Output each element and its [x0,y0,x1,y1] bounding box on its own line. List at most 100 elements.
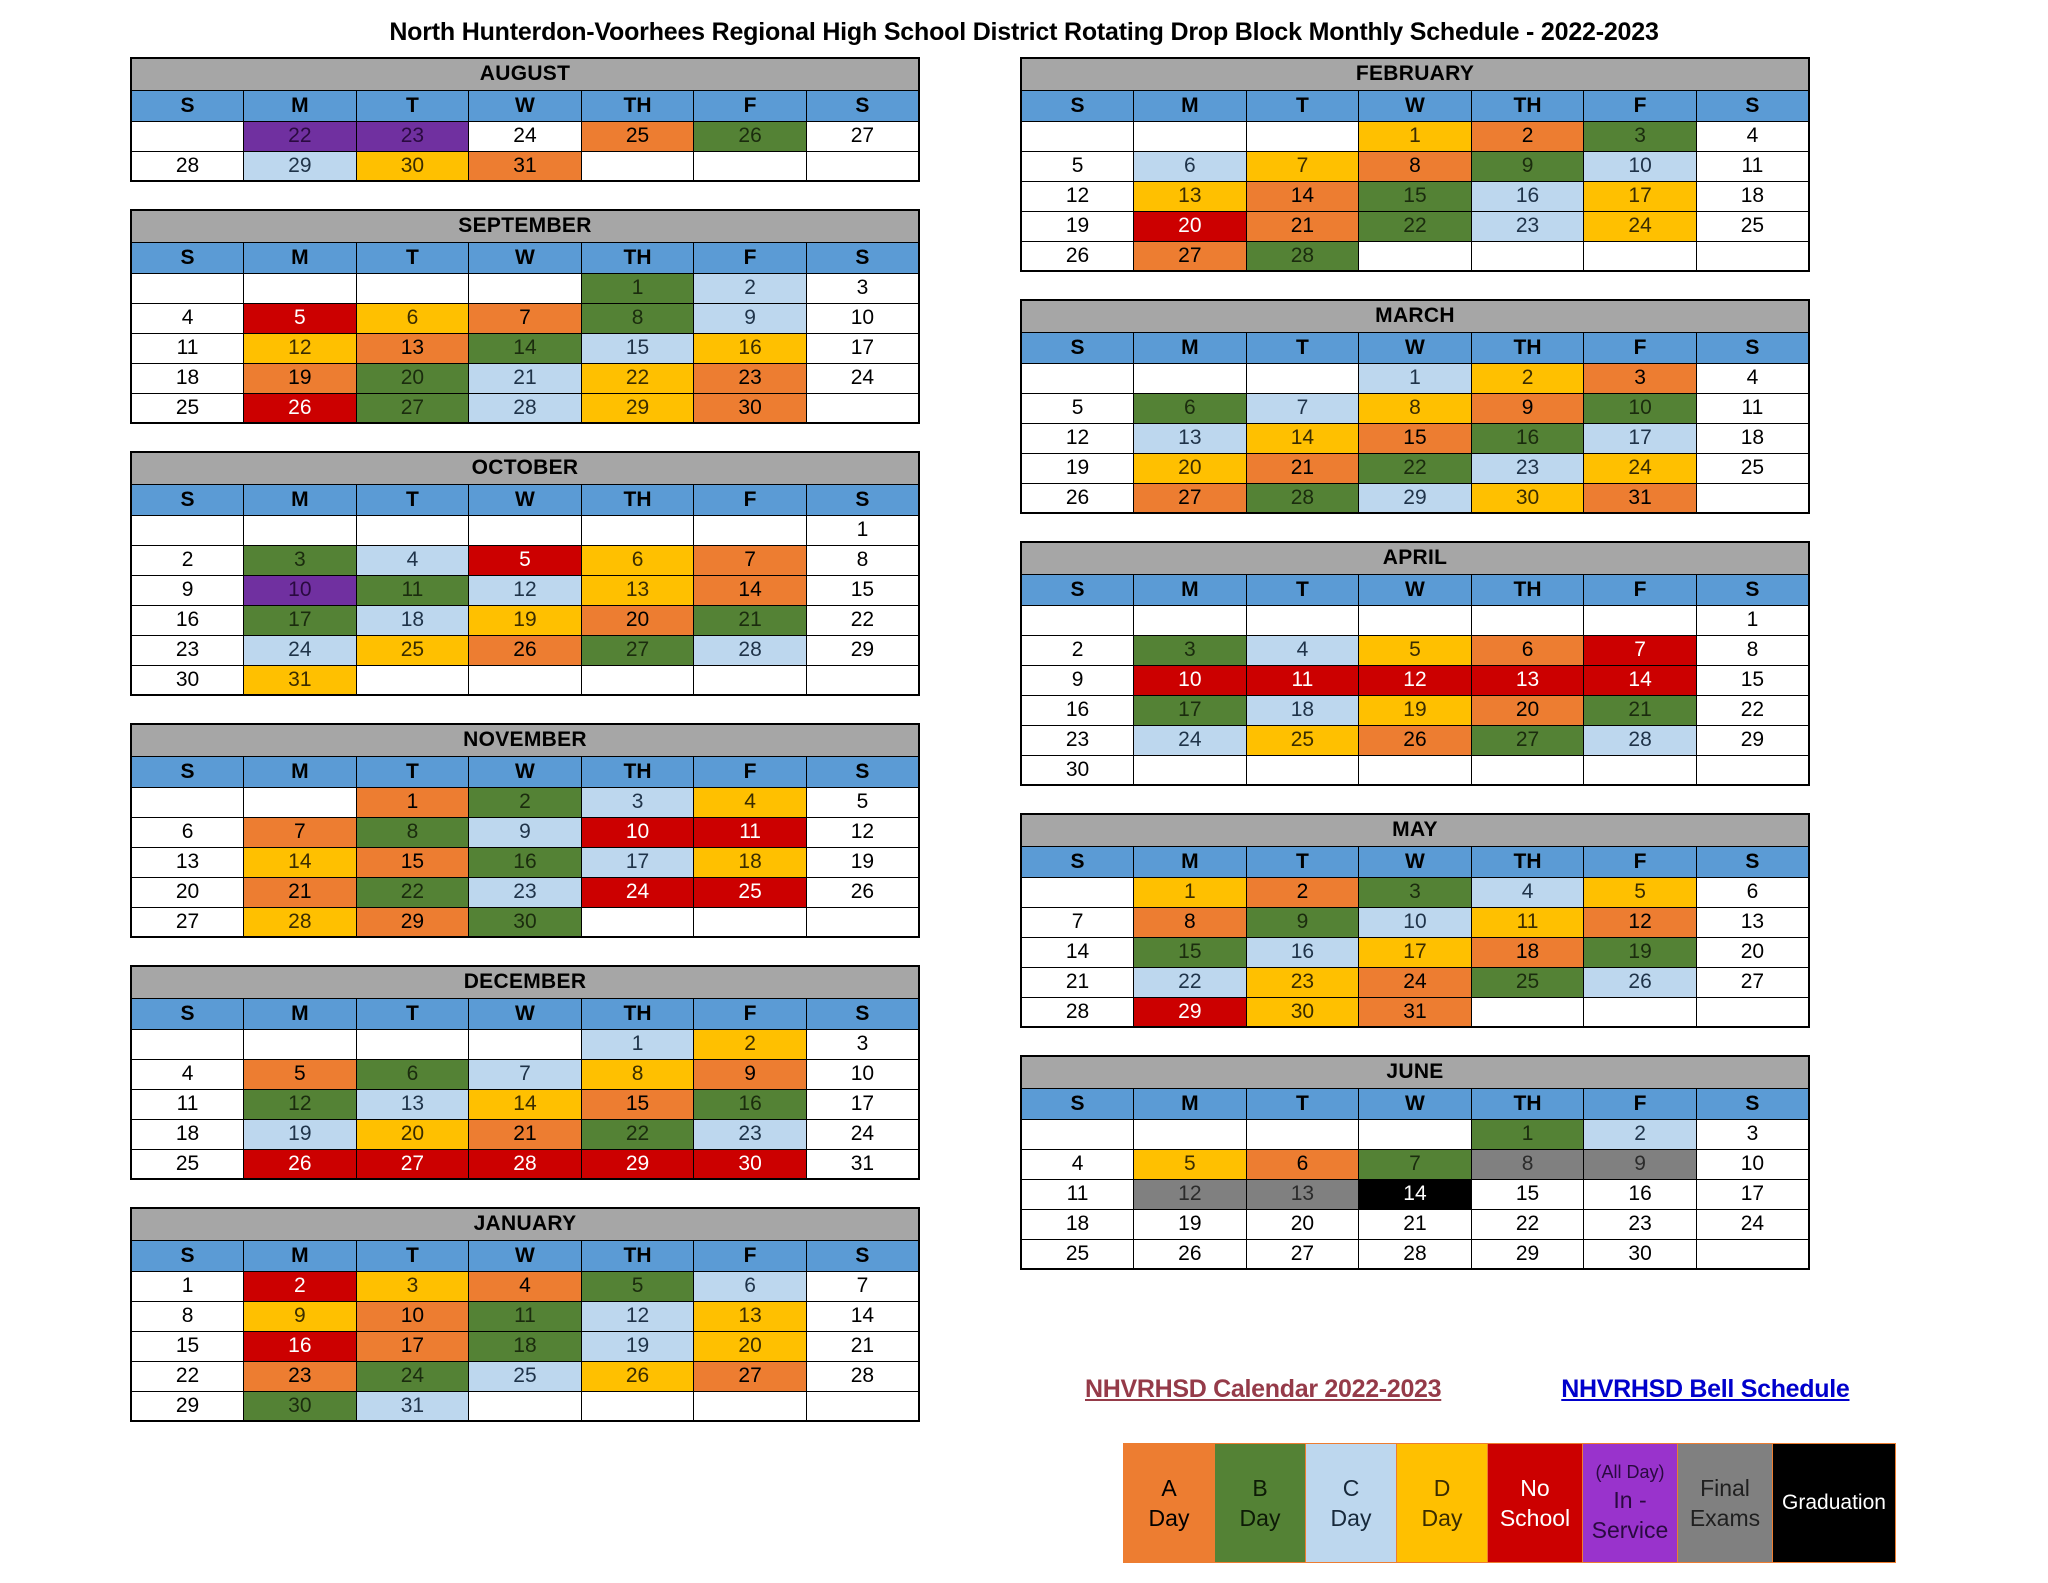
day-cell[interactable]: 5 [1583,876,1697,908]
day-cell[interactable]: 31 [468,150,582,182]
day-cell[interactable]: 1 [1358,120,1472,152]
day-cell[interactable]: 24 [243,634,357,666]
day-cell[interactable]: 12 [1583,906,1697,938]
day-cell[interactable]: 30 [693,1148,807,1180]
day-cell[interactable]: 13 [355,332,470,364]
day-cell[interactable]: 28 [1245,482,1360,514]
day-cell[interactable]: 27 [130,906,245,938]
day-cell[interactable]: 25 [1245,724,1360,756]
day-cell[interactable]: 4 [1020,1148,1135,1180]
day-cell[interactable]: 25 [693,876,807,908]
day-cell[interactable]: 10 [1358,906,1472,938]
day-cell[interactable]: 4 [693,786,807,818]
day-cell[interactable]: 5 [1358,634,1472,666]
day-cell[interactable]: 29 [355,906,470,938]
day-cell[interactable]: 18 [355,604,470,636]
day-cell[interactable]: 20 [1133,452,1247,484]
day-cell[interactable]: 3 [1695,1118,1810,1150]
day-cell[interactable]: 27 [1133,482,1247,514]
day-cell[interactable]: 19 [1020,210,1135,242]
day-cell[interactable]: 10 [1133,664,1247,696]
day-cell[interactable]: 17 [243,604,357,636]
day-cell[interactable]: 12 [243,332,357,364]
day-cell[interactable]: 16 [693,1088,807,1120]
day-cell[interactable]: 13 [355,1088,470,1120]
day-cell[interactable]: 14 [1245,180,1360,212]
day-cell[interactable]: 12 [1020,422,1135,454]
day-cell[interactable]: 7 [468,302,582,334]
day-cell[interactable]: 18 [468,1330,582,1362]
day-cell[interactable]: 19 [1583,936,1697,968]
day-cell[interactable]: 31 [1583,482,1697,514]
day-cell[interactable]: 4 [1695,362,1810,394]
day-cell[interactable]: 17 [1583,180,1697,212]
day-cell[interactable]: 15 [355,846,470,878]
day-cell[interactable]: 5 [580,1270,695,1302]
day-cell[interactable]: 15 [580,332,695,364]
day-cell[interactable]: 26 [1358,724,1472,756]
day-cell[interactable]: 17 [580,846,695,878]
day-cell[interactable]: 28 [1245,240,1360,272]
day-cell[interactable]: 10 [1583,150,1697,182]
day-cell[interactable]: 2 [693,272,807,304]
day-cell[interactable]: 29 [580,1148,695,1180]
day-cell[interactable]: 8 [580,1058,695,1090]
day-cell[interactable]: 16 [130,604,245,636]
day-cell[interactable]: 12 [468,574,582,606]
day-cell[interactable]: 20 [580,604,695,636]
day-cell[interactable]: 23 [1470,210,1585,242]
day-cell[interactable]: 19 [1133,1208,1247,1240]
day-cell[interactable]: 28 [1358,1238,1472,1270]
day-cell[interactable]: 9 [1470,392,1585,424]
nhvrhsd-calendar-link[interactable]: NHVRHSD Calendar 2022-2023 [1085,1375,1442,1404]
day-cell[interactable]: 25 [130,1148,245,1180]
day-cell[interactable]: 18 [130,362,245,394]
day-cell[interactable]: 25 [1695,210,1810,242]
day-cell[interactable]: 25 [1470,966,1585,998]
day-cell[interactable]: 25 [1695,452,1810,484]
day-cell[interactable]: 21 [468,362,582,394]
day-cell[interactable]: 28 [468,1148,582,1180]
day-cell[interactable]: 3 [243,544,357,576]
day-cell[interactable]: 25 [355,634,470,666]
day-cell[interactable]: 13 [580,574,695,606]
day-cell[interactable]: 16 [468,846,582,878]
day-cell[interactable]: 16 [1245,936,1360,968]
day-cell[interactable]: 21 [1358,1208,1472,1240]
day-cell[interactable]: 24 [468,120,582,152]
day-cell[interactable]: 23 [1583,1208,1697,1240]
day-cell[interactable]: 23 [1020,724,1135,756]
day-cell[interactable]: 4 [1245,634,1360,666]
day-cell[interactable]: 21 [1583,694,1697,726]
day-cell[interactable]: 28 [1583,724,1697,756]
day-cell[interactable]: 5 [1020,150,1135,182]
day-cell[interactable]: 29 [1695,724,1810,756]
day-cell[interactable]: 19 [1020,452,1135,484]
day-cell[interactable]: 25 [468,1360,582,1392]
day-cell[interactable]: 10 [1695,1148,1810,1180]
day-cell[interactable]: 11 [1020,1178,1135,1210]
day-cell[interactable]: 16 [1020,694,1135,726]
day-cell[interactable]: 3 [1358,876,1472,908]
day-cell[interactable]: 9 [693,1058,807,1090]
day-cell[interactable]: 5 [1020,392,1135,424]
day-cell[interactable]: 16 [243,1330,357,1362]
day-cell[interactable]: 15 [1358,422,1472,454]
day-cell[interactable]: 23 [243,1360,357,1392]
day-cell[interactable]: 2 [693,1028,807,1060]
day-cell[interactable]: 8 [1470,1148,1585,1180]
day-cell[interactable]: 30 [243,1390,357,1422]
day-cell[interactable]: 27 [1133,240,1247,272]
day-cell[interactable]: 11 [1470,906,1585,938]
day-cell[interactable]: 26 [693,120,807,152]
day-cell[interactable]: 9 [1020,664,1135,696]
day-cell[interactable]: 6 [1695,876,1810,908]
day-cell[interactable]: 18 [1695,422,1810,454]
day-cell[interactable]: 18 [1020,1208,1135,1240]
day-cell[interactable]: 2 [1583,1118,1697,1150]
day-cell[interactable]: 30 [355,150,470,182]
day-cell[interactable]: 12 [1020,180,1135,212]
day-cell[interactable]: 9 [130,574,245,606]
day-cell[interactable]: 18 [1245,694,1360,726]
day-cell[interactable]: 22 [1358,210,1472,242]
